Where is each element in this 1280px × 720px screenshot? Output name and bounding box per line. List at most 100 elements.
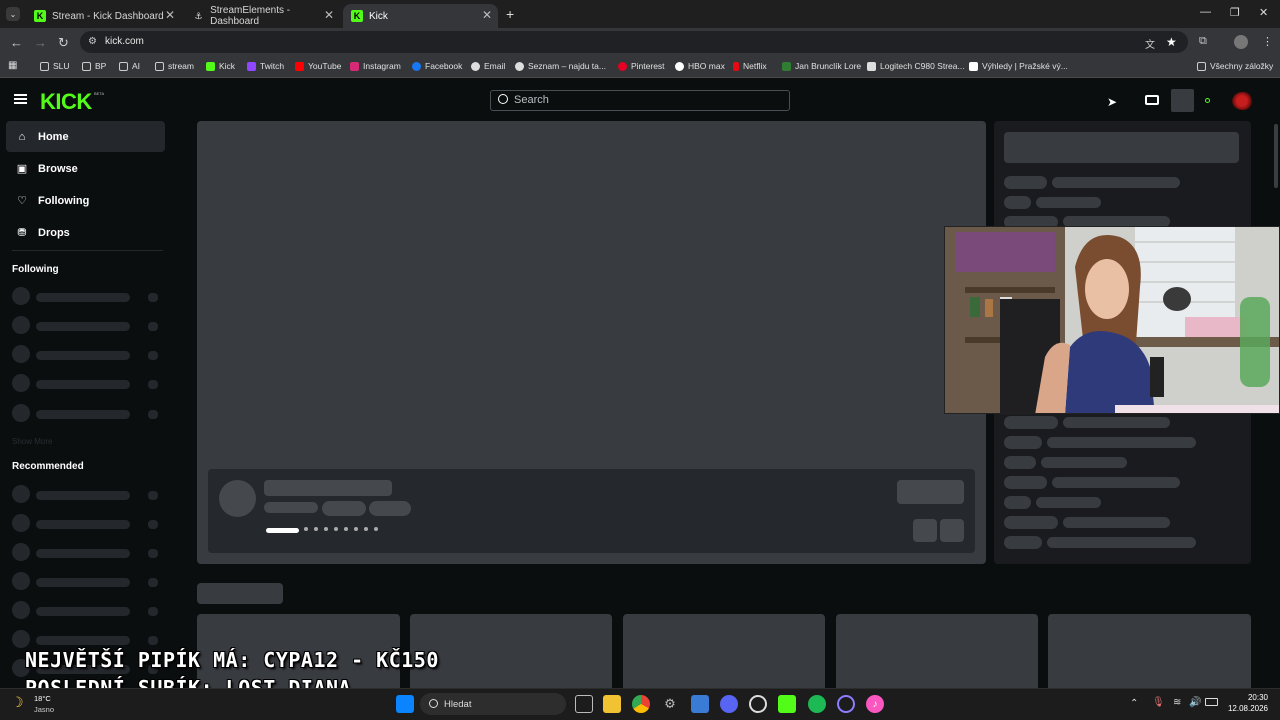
- bookmark-seznam[interactable]: Seznam – najdu ta...: [515, 61, 606, 71]
- restore-button[interactable]: ❐: [1230, 6, 1240, 19]
- next-button-skeleton[interactable]: [940, 519, 964, 542]
- tab-streamelements[interactable]: ⚓ StreamElements - Dashboard ✕: [185, 4, 340, 28]
- url-text: kick.com: [105, 36, 144, 47]
- address-bar[interactable]: [80, 31, 1188, 53]
- bookmark-youtube[interactable]: YouTube: [295, 61, 341, 71]
- bookmark-folder[interactable]: BP: [82, 61, 106, 71]
- stream-card-skeleton[interactable]: [410, 614, 612, 694]
- close-tab-icon[interactable]: ✕: [324, 8, 334, 22]
- stream-card-skeleton[interactable]: [623, 614, 825, 694]
- bookmark-star-icon[interactable]: ★: [1166, 35, 1177, 49]
- kick-app-icon[interactable]: [778, 695, 796, 713]
- panel-line-skeleton: [1004, 516, 1058, 529]
- top-donor-overlay-text: NEJVĚTŠÍ PIPÍK MÁ: CYPA12 - KČ150: [25, 648, 439, 672]
- tab-title: Kick: [369, 10, 388, 22]
- clock-time[interactable]: 20:30: [1238, 693, 1268, 702]
- bookmark-kick[interactable]: Kick: [206, 61, 235, 71]
- go-live-icon[interactable]: [1145, 95, 1159, 105]
- photos-icon[interactable]: [691, 695, 709, 713]
- bookmark-email[interactable]: Email: [471, 61, 505, 71]
- bookmark-hbo[interactable]: HBO max: [675, 61, 725, 71]
- sidebar-item-browse[interactable]: ▣ Browse: [6, 153, 165, 184]
- bookmark-pinterest[interactable]: Pinterest: [618, 61, 665, 71]
- sidebar-item-home[interactable]: ⌂ Home: [6, 121, 165, 152]
- bookmark-vyhledy[interactable]: Výhledy | Pražské vý...: [969, 61, 1068, 71]
- all-bookmarks[interactable]: Všechny záložky: [1197, 61, 1273, 71]
- chrome-icon[interactable]: [632, 695, 650, 713]
- bookmark-instagram[interactable]: Instagram: [350, 61, 401, 71]
- bookmark-folder[interactable]: stream: [155, 61, 194, 71]
- show-more-link[interactable]: Show More: [12, 437, 52, 446]
- skeleton-channel-row: [12, 404, 162, 422]
- watch-button-skeleton[interactable]: [897, 480, 964, 504]
- pinterest-icon: [618, 61, 627, 71]
- forward-icon[interactable]: →: [34, 35, 47, 50]
- bookmark-lore[interactable]: Jan Brunclík Lore: [782, 61, 861, 71]
- microphone-icon[interactable]: 🎙: [1152, 697, 1165, 708]
- translate-icon[interactable]: 文: [1145, 36, 1155, 51]
- clock-date[interactable]: 12.08.2026: [1218, 704, 1268, 713]
- carousel-dots[interactable]: [304, 527, 386, 534]
- tray-chevron-icon[interactable]: ⌃: [1130, 698, 1138, 709]
- panel-line-skeleton: [1047, 537, 1196, 548]
- panel-line-skeleton: [1004, 456, 1036, 469]
- obs-icon[interactable]: [749, 695, 767, 713]
- hamburger-menu-icon[interactable]: [14, 94, 27, 104]
- windows-start-icon[interactable]: [396, 695, 414, 713]
- reload-icon[interactable]: ↻: [58, 35, 69, 51]
- tab-kick-dashboard[interactable]: K Stream - Kick Dashboard ✕: [26, 4, 181, 28]
- bookmark-netflix[interactable]: Netflix: [733, 61, 767, 71]
- panel-line-skeleton: [1004, 196, 1031, 209]
- apps-grid-icon[interactable]: ▦: [8, 60, 17, 71]
- close-tab-icon[interactable]: ✕: [165, 8, 175, 22]
- prev-button-skeleton[interactable]: [913, 519, 937, 542]
- battery-icon[interactable]: [1205, 698, 1218, 706]
- carousel-indicator-active[interactable]: [266, 528, 299, 533]
- taskbar-search-text: Hledat: [444, 699, 472, 710]
- site-info-icon[interactable]: ⚙: [88, 36, 97, 47]
- bookmark-twitch[interactable]: Twitch: [247, 61, 284, 71]
- weather-moon-icon[interactable]: ☽: [11, 694, 24, 711]
- taskbar-search[interactable]: [420, 693, 566, 715]
- tab-kick[interactable]: K Kick ✕: [343, 4, 498, 28]
- streamlabs-icon[interactable]: [837, 695, 855, 713]
- discord-icon[interactable]: [720, 695, 738, 713]
- settings-icon[interactable]: ⚙: [661, 695, 679, 713]
- back-icon[interactable]: ←: [10, 35, 23, 50]
- itunes-icon[interactable]: ♪: [866, 695, 884, 713]
- wifi-icon[interactable]: ≋: [1173, 697, 1181, 708]
- profile-avatar[interactable]: [1234, 35, 1248, 49]
- tab-search-button[interactable]: ⌄: [6, 7, 20, 21]
- spotify-icon[interactable]: [808, 695, 826, 713]
- panel-line-skeleton: [1041, 457, 1127, 468]
- volume-icon[interactable]: 🔊: [1189, 697, 1201, 708]
- sidebar-item-drops[interactable]: ⛃ Drops: [6, 217, 165, 248]
- new-tab-button[interactable]: +: [506, 6, 514, 22]
- featured-title-skeleton: [264, 480, 392, 496]
- webcam-scene: [945, 227, 1279, 413]
- bookmark-facebook[interactable]: Facebook: [412, 61, 462, 71]
- bookmark-folder[interactable]: SLU: [40, 61, 70, 71]
- page-scrollbar[interactable]: [1274, 124, 1278, 188]
- close-tab-icon[interactable]: ✕: [482, 8, 492, 22]
- kick-favicon-icon: K: [34, 10, 46, 22]
- close-window-button[interactable]: ✕: [1259, 6, 1268, 19]
- notification-placeholder[interactable]: [1171, 89, 1194, 112]
- panel-line-skeleton: [1004, 476, 1047, 489]
- bookmark-folder[interactable]: AI: [119, 61, 140, 71]
- stream-card-skeleton[interactable]: [1048, 614, 1251, 694]
- featured-tag-skeleton: [322, 501, 366, 516]
- file-explorer-icon[interactable]: [603, 695, 621, 713]
- browser-menu-icon[interactable]: ⋮: [1262, 35, 1273, 48]
- search-icon: [498, 94, 508, 104]
- facebook-icon: [412, 61, 421, 71]
- task-view-icon[interactable]: [575, 695, 593, 713]
- sidebar-item-following[interactable]: ♡ Following: [6, 185, 165, 216]
- kick-logo[interactable]: KICK: [40, 89, 92, 115]
- search-placeholder: Search: [514, 94, 549, 106]
- minimize-button[interactable]: —: [1200, 6, 1211, 18]
- user-avatar[interactable]: [1232, 92, 1254, 110]
- stream-card-skeleton[interactable]: [836, 614, 1038, 694]
- extensions-icon[interactable]: ⧉: [1199, 35, 1207, 48]
- bookmark-logitech[interactable]: Logitech C980 Strea...: [867, 61, 965, 71]
